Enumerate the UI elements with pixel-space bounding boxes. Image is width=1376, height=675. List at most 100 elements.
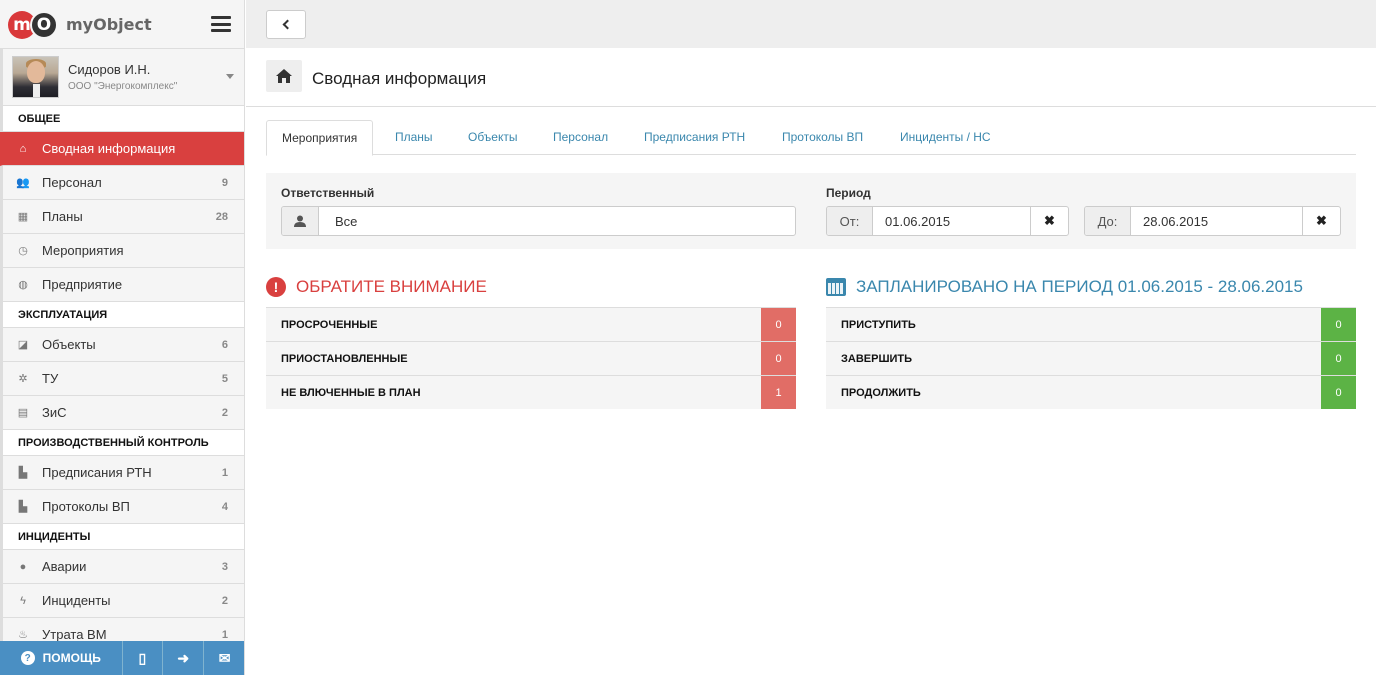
caret-down-icon[interactable] — [226, 74, 234, 79]
home-icon: ⌂ — [19, 142, 27, 155]
sidebar-item-label: Инциденты — [42, 593, 111, 608]
status-label: ЗАВЕРШИТЬ — [841, 352, 913, 365]
table-icon: ▦ — [17, 211, 29, 223]
brand-logo: m O — [8, 9, 58, 39]
sidebar-item[interactable]: ◪ Объекты 6 — [0, 328, 244, 362]
sign-in-icon: ➜ — [177, 649, 190, 666]
tab-rtn-orders[interactable]: Предписания РТН — [644, 120, 745, 155]
responsible-value: Все — [335, 213, 358, 229]
planned-title: ЗАПЛАНИРОВАНО НА ПЕРИОД 01.06.2015 - 28.… — [826, 277, 1303, 297]
status-count-badge: 0 — [1321, 342, 1356, 375]
status-row[interactable]: ЗАВЕРШИТЬ 0 — [826, 341, 1356, 375]
status-row[interactable]: НЕ ВЛЮЧЕННЫЕ В ПЛАН 1 — [266, 375, 796, 409]
sidebar-item[interactable]: 👥 Персонал 9 — [0, 166, 244, 200]
date-to-input[interactable]: 28.06.2015 — [1131, 207, 1302, 235]
from-label: От: — [827, 207, 873, 235]
attention-title: ! ОБРАТИТЕ ВНИМАНИЕ — [266, 277, 487, 297]
building-icon: ▤ — [17, 407, 29, 419]
sidebar-item[interactable]: ϟ Инциденты 2 — [0, 584, 244, 618]
responsible-select[interactable]: Все — [281, 206, 796, 236]
envelope-icon: ✉ — [218, 649, 231, 666]
brand-name: myObject — [66, 14, 152, 34]
tab-vp-protocols[interactable]: Протоколы ВП — [782, 120, 863, 155]
logo-o: O — [30, 11, 58, 39]
status-row[interactable]: ПРОДОЛЖИТЬ 0 — [826, 375, 1356, 409]
sidebar-item[interactable]: ▦ Планы 28 — [0, 200, 244, 234]
status-count-badge: 0 — [1321, 308, 1356, 341]
planned-list: ПРИСТУПИТЬ 0 ЗАВЕРШИТЬ 0 ПРОДОЛЖИТЬ 0 — [826, 307, 1356, 409]
sidebar-item[interactable]: ◍ Предприятие — [0, 268, 244, 302]
sidebar-item[interactable]: ✲ ТУ 5 — [0, 362, 244, 396]
sidebar-item-count: 3 — [221, 560, 228, 573]
sidebar-nav: ОБЩЕЕ ⌂ Сводная информация 👥 Персонал 9 ▦ Планы… — [0, 106, 244, 652]
status-count-badge: 0 — [761, 342, 796, 375]
book-button[interactable]: ▯ — [122, 641, 164, 675]
date-from-group: От: 01.06.2015 ✖ — [826, 206, 1069, 236]
sidebar-item-label: Объекты — [42, 337, 96, 352]
sidebar-section-title: ПРОИЗВОДСТВЕННЫЙ КОНТРОЛЬ — [0, 430, 244, 456]
sidebar-item[interactable]: ▙ Предписания РТН 1 — [0, 456, 244, 490]
user-name: Сидоров И.Н. — [68, 62, 151, 77]
status-count-badge: 1 — [761, 376, 796, 409]
sidebar-item-count: 28 — [215, 210, 228, 223]
attention-list: ПРОСРОЧЕННЫЕ 0 ПРИОСТАНОВЛЕННЫЕ 0 НЕ ВЛЮЧЕНН… — [266, 307, 796, 409]
status-label: ПРОСРОЧЕННЫЕ — [281, 318, 378, 331]
tab-objects[interactable]: Объекты — [468, 120, 518, 155]
sidebar-item[interactable]: ● Аварии 3 — [0, 550, 244, 584]
bomb-icon: ● — [19, 560, 27, 573]
status-row[interactable]: ПРОСРОЧЕННЫЕ 0 — [266, 307, 796, 341]
sidebar-footer: ? ПОМОЩЬ ▯ ➜ ✉ — [0, 641, 244, 675]
status-row[interactable]: ПРИОСТАНОВЛЕННЫЕ 0 — [266, 341, 796, 375]
sidebar: m O myObject Сидоров И.Н. ООО "Энергоком… — [0, 0, 245, 675]
status-label: ПРИСТУПИТЬ — [841, 318, 916, 331]
sidebar-item[interactable]: ◷ Мероприятия — [0, 234, 244, 268]
help-button[interactable]: ? ПОМОЩЬ — [0, 641, 123, 675]
cube-icon: ◪ — [17, 339, 29, 351]
sidebar-item[interactable]: ▙ Протоколы ВП 4 — [0, 490, 244, 524]
user-org: ООО "Энергокомплекс" — [68, 81, 178, 92]
exclamation-icon: ! — [266, 277, 286, 297]
clear-to-icon[interactable]: ✖ — [1302, 207, 1340, 235]
to-label: До: — [1085, 207, 1131, 235]
sidebar-item-count: 2 — [221, 406, 228, 419]
sidebar-item-label: Предприятие — [42, 277, 123, 292]
topbar — [246, 0, 1376, 48]
sidebar-item-count: 4 — [221, 500, 228, 513]
user-panel[interactable]: Сидоров И.Н. ООО "Энергокомплекс" — [0, 48, 244, 106]
tab-plans[interactable]: Планы — [395, 120, 433, 155]
users-icon: 👥 — [16, 177, 30, 189]
file-icon: ▙ — [18, 501, 28, 513]
sidebar-item-count: 9 — [221, 176, 228, 189]
tab-events[interactable]: Мероприятия — [266, 120, 374, 156]
sidebar-item[interactable]: ⌂ Сводная информация — [0, 132, 244, 166]
sidebar-section-title: ОБЩЕЕ — [0, 106, 244, 132]
back-button[interactable] — [266, 10, 306, 39]
tab-personnel[interactable]: Персонал — [553, 120, 608, 155]
sidebar-section-title: ИНЦИДЕНТЫ — [0, 524, 244, 550]
book-icon: ▯ — [138, 649, 147, 666]
sidebar-item-count: 1 — [221, 628, 228, 641]
user-icon — [282, 207, 319, 235]
date-from-input[interactable]: 01.06.2015 — [873, 207, 1030, 235]
clock-icon: ◷ — [18, 245, 28, 257]
date-to-group: До: 28.06.2015 ✖ — [1084, 206, 1341, 236]
sidebar-item[interactable]: ▤ ЗиС 2 — [0, 396, 244, 430]
sidebar-item-label: Аварии — [42, 559, 87, 574]
status-count-badge: 0 — [761, 308, 796, 341]
globe-icon: ◍ — [18, 279, 28, 291]
sidebar-item-label: ТУ — [42, 371, 59, 386]
signin-button[interactable]: ➜ — [163, 641, 205, 675]
fire-icon: ♨ — [18, 629, 28, 641]
sidebar-item-label: Утрата ВМ — [42, 627, 107, 642]
tab-incidents[interactable]: Инциденты / НС — [900, 120, 991, 155]
brand[interactable]: m O myObject — [0, 0, 244, 48]
attention-title-text: ОБРАТИТЕ ВНИМАНИЕ — [296, 277, 487, 296]
clear-from-icon[interactable]: ✖ — [1030, 207, 1068, 235]
menu-toggle-icon[interactable] — [211, 16, 231, 32]
sidebar-item-label: Сводная информация — [42, 141, 176, 156]
period-label: Период — [826, 186, 871, 200]
status-row[interactable]: ПРИСТУПИТЬ 0 — [826, 307, 1356, 341]
page-title: Сводная информация — [312, 69, 487, 88]
status-label: ПРИОСТАНОВЛЕННЫЕ — [281, 352, 408, 365]
mail-button[interactable]: ✉ — [204, 641, 244, 675]
